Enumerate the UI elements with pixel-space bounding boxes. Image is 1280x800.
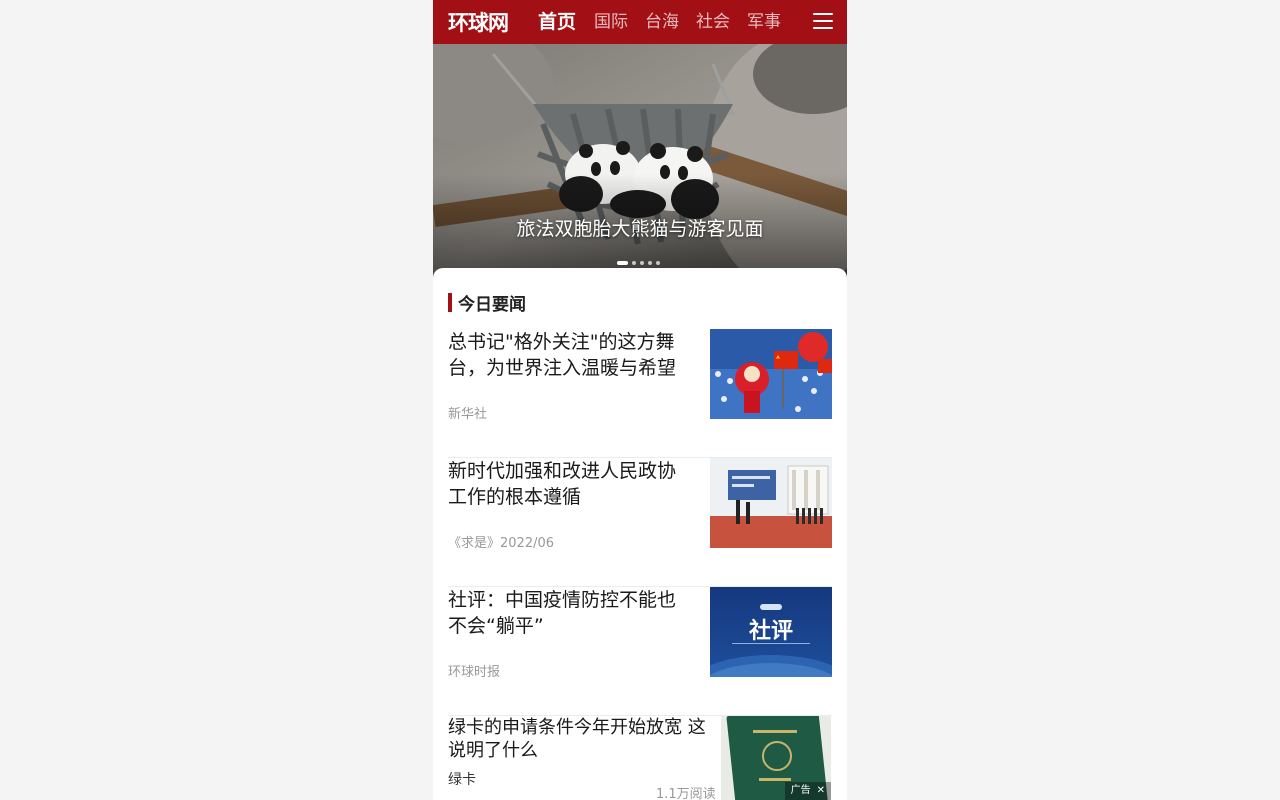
carousel-dot[interactable] (648, 261, 652, 265)
news-thumbnail[interactable] (710, 329, 832, 419)
hero-caption[interactable]: 旅法双胞胎大熊猫与游客见面 (433, 214, 847, 241)
news-item[interactable]: 新时代加强和改进人民政协工作的根本遵循 《求是》2022/06 (448, 458, 832, 587)
news-feed: 今日要闻 总书记"格外关注"的这方舞台，为世界注入温暖与希望 新华社 新时代加强… (433, 268, 847, 800)
section-title: 今日要闻 (458, 295, 526, 315)
ad-badge: 广告 ✕ (784, 782, 831, 800)
ad-close-icon[interactable]: ✕ (817, 782, 825, 800)
site-logo[interactable]: 环球网 (448, 7, 518, 37)
nav-tab-home[interactable]: 首页 (538, 0, 576, 44)
news-item[interactable]: 总书记"格外关注"的这方舞台，为世界注入温暖与希望 新华社 (448, 329, 832, 458)
ad-badge-label: 广告 (790, 785, 811, 796)
news-thumbnail[interactable] (710, 458, 832, 548)
sponsored-item[interactable]: 绿卡的申请条件今年开始放宽 这说明了什么 绿卡 1.1万阅读 广告 ✕ (448, 716, 832, 800)
nav-tab-military[interactable]: 军事 (747, 0, 781, 44)
channel-nav: 首页 国际 台海 社会 军事 (538, 0, 798, 44)
carousel-dot[interactable] (640, 261, 644, 265)
news-source: 新华社 (448, 407, 488, 422)
carousel-dot-active[interactable] (617, 261, 628, 265)
news-title[interactable]: 社评：中国疫情防控不能也不会“躺平” (448, 587, 693, 639)
nav-tab-society[interactable]: 社会 (696, 0, 730, 44)
news-title[interactable]: 新时代加强和改进人民政协工作的根本遵循 (448, 458, 693, 510)
news-source: 环球时报 (448, 665, 501, 680)
carousel-indicator (617, 261, 660, 265)
news-source: 《求是》2022/06 (448, 536, 555, 551)
ad-tag: 绿卡 (448, 772, 476, 788)
nav-tab-taiwan[interactable]: 台海 (645, 0, 679, 44)
carousel-dot[interactable] (656, 261, 660, 265)
panda-hero-image (433, 44, 847, 280)
mobile-page: 环球网 首页 国际 台海 社会 军事 旅法双胞胎大熊猫与游客见面 今日要闻 总书… (433, 0, 847, 800)
ad-read-count: 1.1万阅读 (656, 787, 716, 800)
news-title[interactable]: 总书记"格外关注"的这方舞台，为世界注入温暖与希望 (448, 329, 693, 381)
ad-title[interactable]: 绿卡的申请条件今年开始放宽 这说明了什么 (448, 716, 710, 762)
top-nav-bar: 环球网 首页 国际 台海 社会 军事 (433, 0, 847, 44)
carousel-dot[interactable] (632, 261, 636, 265)
editorial-thumb-text: 社评 (749, 618, 793, 644)
hamburger-menu-icon[interactable] (813, 10, 833, 32)
ad-thumbnail[interactable]: 广告 ✕ (721, 716, 831, 800)
hero-carousel[interactable]: 旅法双胞胎大熊猫与游客见面 (433, 44, 847, 280)
section-header: 今日要闻 (448, 290, 526, 315)
nav-tab-international[interactable]: 国际 (594, 0, 628, 44)
news-item[interactable]: 社评：中国疫情防控不能也不会“躺平” 环球时报 社评 (448, 587, 832, 716)
news-thumbnail-editorial[interactable]: 社评 (710, 587, 832, 677)
section-accent-bar (448, 293, 452, 312)
